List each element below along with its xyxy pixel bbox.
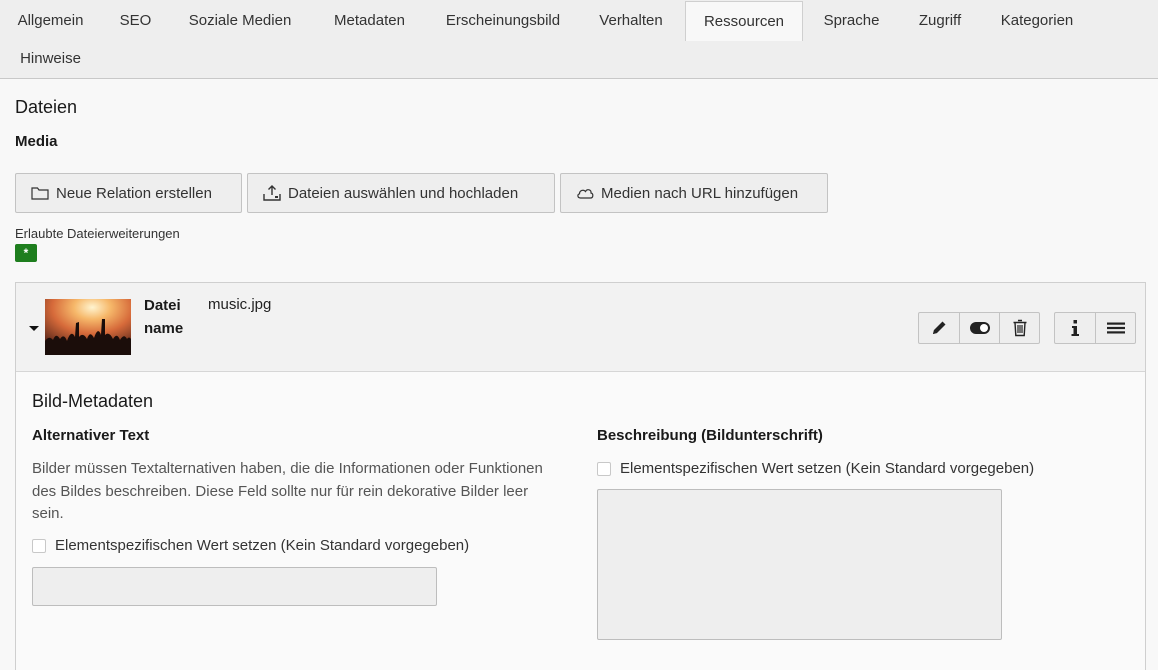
- alt-text-override-label: Elementspezifischen Wert setzen (Kein St…: [55, 537, 470, 554]
- allowed-extensions-badge: *: [15, 244, 37, 262]
- tab-label: Metadaten: [334, 12, 405, 29]
- file-reference-header[interactable]: Dateiname music.jpg: [16, 283, 1145, 372]
- section-title: Dateien: [15, 97, 78, 117]
- upload-files-label: Dateien auswählen und hochladen: [288, 184, 519, 202]
- tab-hinweise[interactable]: Hinweise: [0, 39, 101, 79]
- tab-label: Soziale Medien: [188, 12, 292, 29]
- edit-button[interactable]: [919, 313, 959, 343]
- description-textarea[interactable]: [597, 489, 1002, 640]
- tab-verhalten[interactable]: Verhalten: [577, 1, 685, 41]
- tab-label: Ressourcen: [703, 13, 785, 30]
- tab-label: Sprache: [823, 12, 880, 29]
- alt-text-label: Alternativer Text: [32, 427, 150, 444]
- tab-label: Hinweise: [20, 50, 81, 67]
- description-override-checkbox[interactable]: [597, 461, 611, 476]
- tab-sprache[interactable]: Sprache: [803, 1, 900, 41]
- tab-kategorien[interactable]: Kategorien: [980, 1, 1094, 41]
- alt-text-input[interactable]: [32, 567, 437, 606]
- alt-text-override-row: Elementspezifischen Wert setzen (Kein St…: [32, 537, 469, 554]
- tab-label: Kategorien: [1000, 12, 1074, 29]
- description-label: Beschreibung (Bildunterschrift): [597, 427, 823, 444]
- file-thumbnail[interactable]: [45, 299, 131, 355]
- collapse-caret-icon[interactable]: [29, 326, 39, 331]
- info-button[interactable]: [1055, 313, 1095, 343]
- tab-soziale-medien[interactable]: Soziale Medien: [170, 1, 310, 41]
- filename-label: Dateiname: [144, 297, 184, 337]
- alt-text-override-checkbox[interactable]: [32, 538, 46, 553]
- tab-label: Zugriff: [918, 12, 962, 29]
- tab-label: Erscheinungsbild: [445, 12, 561, 29]
- tab-label: SEO: [119, 12, 152, 29]
- drag-handle-icon: [1106, 322, 1125, 334]
- toggle-visibility-button[interactable]: [959, 313, 999, 343]
- upload-icon: [263, 185, 281, 201]
- file-reference-panel: Dateiname music.jpg Bild-Metadaten Alter…: [15, 282, 1146, 670]
- tab-ressourcen[interactable]: Ressourcen: [685, 1, 803, 41]
- add-media-url-label: Medien nach URL hinzufügen: [601, 184, 799, 202]
- image-metadata-title: Bild-Metadaten: [32, 391, 154, 411]
- tab-zugriff[interactable]: Zugriff: [900, 1, 980, 41]
- new-relation-label: Neue Relation erstellen: [56, 184, 212, 202]
- tab-erscheinungsbild[interactable]: Erscheinungsbild: [429, 1, 577, 41]
- tab-metadaten[interactable]: Metadaten: [310, 1, 429, 41]
- description-override-label: Elementspezifischen Wert setzen (Kein St…: [620, 460, 1035, 477]
- toggle-icon: [969, 322, 990, 334]
- description-override-row: Elementspezifischen Wert setzen (Kein St…: [597, 460, 1034, 477]
- tab-allgemein[interactable]: Allgemein: [0, 1, 101, 41]
- tab-label: Allgemein: [17, 12, 84, 29]
- folder-icon: [31, 187, 49, 200]
- upload-files-button[interactable]: Dateien auswählen und hochladen: [247, 173, 555, 213]
- tab-bar: Allgemein SEO Soziale Medien Metadaten E…: [0, 0, 1158, 79]
- cloud-icon: [577, 189, 594, 199]
- tab-label: Verhalten: [599, 12, 663, 29]
- info-icon: [1071, 320, 1079, 336]
- drag-handle-button[interactable]: [1095, 313, 1135, 343]
- new-relation-button[interactable]: Neue Relation erstellen: [15, 173, 242, 213]
- file-actions-group: [918, 312, 1040, 344]
- field-label: Media: [15, 133, 58, 150]
- alt-text-help: Bilder müssen Textalternativen haben, di…: [32, 460, 543, 522]
- allowed-extensions-label: Erlaubte Dateierweiterungen: [15, 226, 180, 241]
- pencil-icon: [933, 321, 946, 334]
- file-meta-group: [1054, 312, 1136, 344]
- add-media-url-button[interactable]: Medien nach URL hinzufügen: [560, 173, 828, 213]
- delete-button[interactable]: [999, 313, 1039, 343]
- filename-value: music.jpg: [208, 296, 272, 313]
- trash-icon: [1013, 319, 1026, 337]
- tab-seo[interactable]: SEO: [101, 1, 170, 41]
